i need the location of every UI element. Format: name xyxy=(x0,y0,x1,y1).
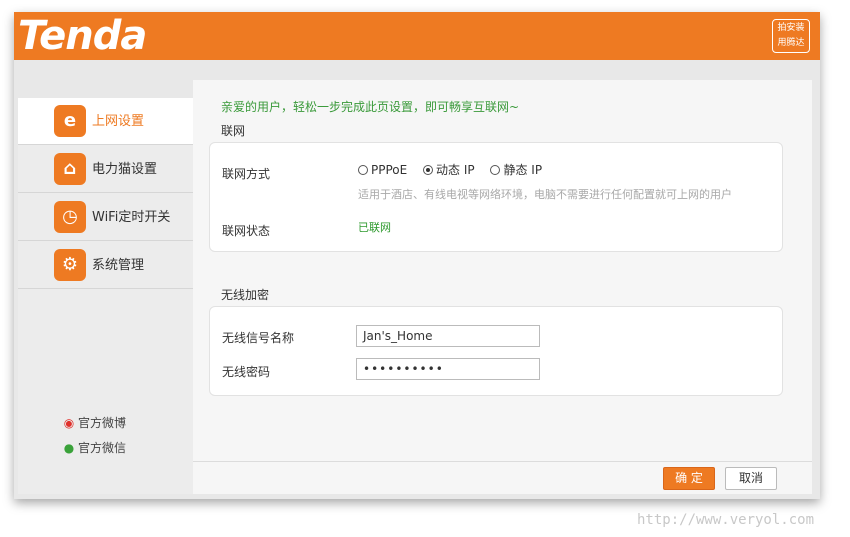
wireless-panel: 无线信号名称 Jan's_Home 无线密码 •••••••••• xyxy=(209,306,783,396)
ssid-label: 无线信号名称 xyxy=(222,331,295,345)
header-bar: Tenda 拍安装 用腾达 xyxy=(14,12,820,60)
connection-mode-hint: 适用于酒店、有线电视等网络环境，电脑不需要进行任何配置就可上网的用户 xyxy=(358,188,732,201)
tenda-logo: Tenda xyxy=(18,13,147,59)
router-admin-window: Tenda 拍安装 用腾达 e 上网设置 ⌂ 电力猫设置 ◷ WiFi定时开关 … xyxy=(14,12,820,499)
wechat-link[interactable]: ● 官方微信 xyxy=(62,439,126,456)
radio-label: 动态 IP xyxy=(436,163,475,177)
install-badge[interactable]: 拍安装 用腾达 xyxy=(772,19,810,53)
weibo-label: 官方微博 xyxy=(78,416,127,430)
badge-line2: 用腾达 xyxy=(777,38,805,48)
connection-mode-group: PPPoE 动态 IP 静态 IP xyxy=(358,161,554,178)
radio-static-ip[interactable]: 静态 IP xyxy=(490,161,542,178)
wifi-password-label: 无线密码 xyxy=(222,365,271,379)
radio-label: PPPoE xyxy=(371,163,408,177)
action-bar: 确 定 取消 xyxy=(193,461,812,494)
top-band xyxy=(14,60,820,80)
radio-button-selected-icon xyxy=(423,165,434,175)
timer-icon: ◷ xyxy=(54,201,86,233)
sidebar-item-system-management[interactable]: ⚙ 系统管理 xyxy=(18,242,193,289)
radio-dynamic-ip[interactable]: 动态 IP xyxy=(423,161,475,178)
radio-pppoe[interactable]: PPPoE xyxy=(358,163,407,177)
network-panel: 联网方式 PPPoE 动态 IP 静态 IP 适用于酒店、有线电视等网络环境，电… xyxy=(209,142,783,252)
sidebar-item-internet-settings[interactable]: e 上网设置 xyxy=(18,98,193,145)
welcome-message: 亲爱的用户，轻松一步完成此页设置，即可畅享互联网~ xyxy=(221,100,520,114)
home-icon: ⌂ xyxy=(54,153,86,185)
sidebar-item-label: 系统管理 xyxy=(92,258,145,273)
sidebar: e 上网设置 ⌂ 电力猫设置 ◷ WiFi定时开关 ⚙ 系统管理 ◉ 官方微博 ●… xyxy=(18,98,193,494)
sidebar-item-label: WiFi定时开关 xyxy=(92,210,171,225)
sidebar-item-label: 电力猫设置 xyxy=(92,162,158,177)
main-content: 亲爱的用户，轻松一步完成此页设置，即可畅享互联网~ 联网 联网方式 PPPoE … xyxy=(193,80,812,494)
ssid-input[interactable]: Jan's_Home xyxy=(356,325,540,347)
connection-mode-label: 联网方式 xyxy=(222,167,271,181)
sidebar-item-wifi-timer[interactable]: ◷ WiFi定时开关 xyxy=(18,194,193,241)
connection-status-value: 已联网 xyxy=(358,221,391,234)
watermark-text: http://www.veryol.com xyxy=(637,512,815,528)
weibo-icon: ◉ xyxy=(63,416,75,430)
confirm-button[interactable]: 确 定 xyxy=(663,467,715,490)
wireless-section-title: 无线加密 xyxy=(221,288,270,302)
wechat-icon: ● xyxy=(63,441,75,455)
wechat-label: 官方微信 xyxy=(78,441,127,455)
connection-status-label: 联网状态 xyxy=(222,224,271,238)
wifi-password-input[interactable]: •••••••••• xyxy=(356,358,540,380)
radio-button-icon xyxy=(490,165,501,175)
radio-button-icon xyxy=(358,165,368,175)
radio-label: 静态 IP xyxy=(503,163,543,177)
sidebar-item-powerline-settings[interactable]: ⌂ 电力猫设置 xyxy=(18,146,193,193)
badge-line1: 拍安装 xyxy=(777,23,805,33)
gear-icon: ⚙ xyxy=(54,249,86,281)
network-section-title: 联网 xyxy=(221,124,246,138)
weibo-link[interactable]: ◉ 官方微博 xyxy=(62,414,126,431)
browser-icon: e xyxy=(54,105,86,137)
sidebar-item-label: 上网设置 xyxy=(92,114,145,129)
cancel-button[interactable]: 取消 xyxy=(725,467,777,490)
